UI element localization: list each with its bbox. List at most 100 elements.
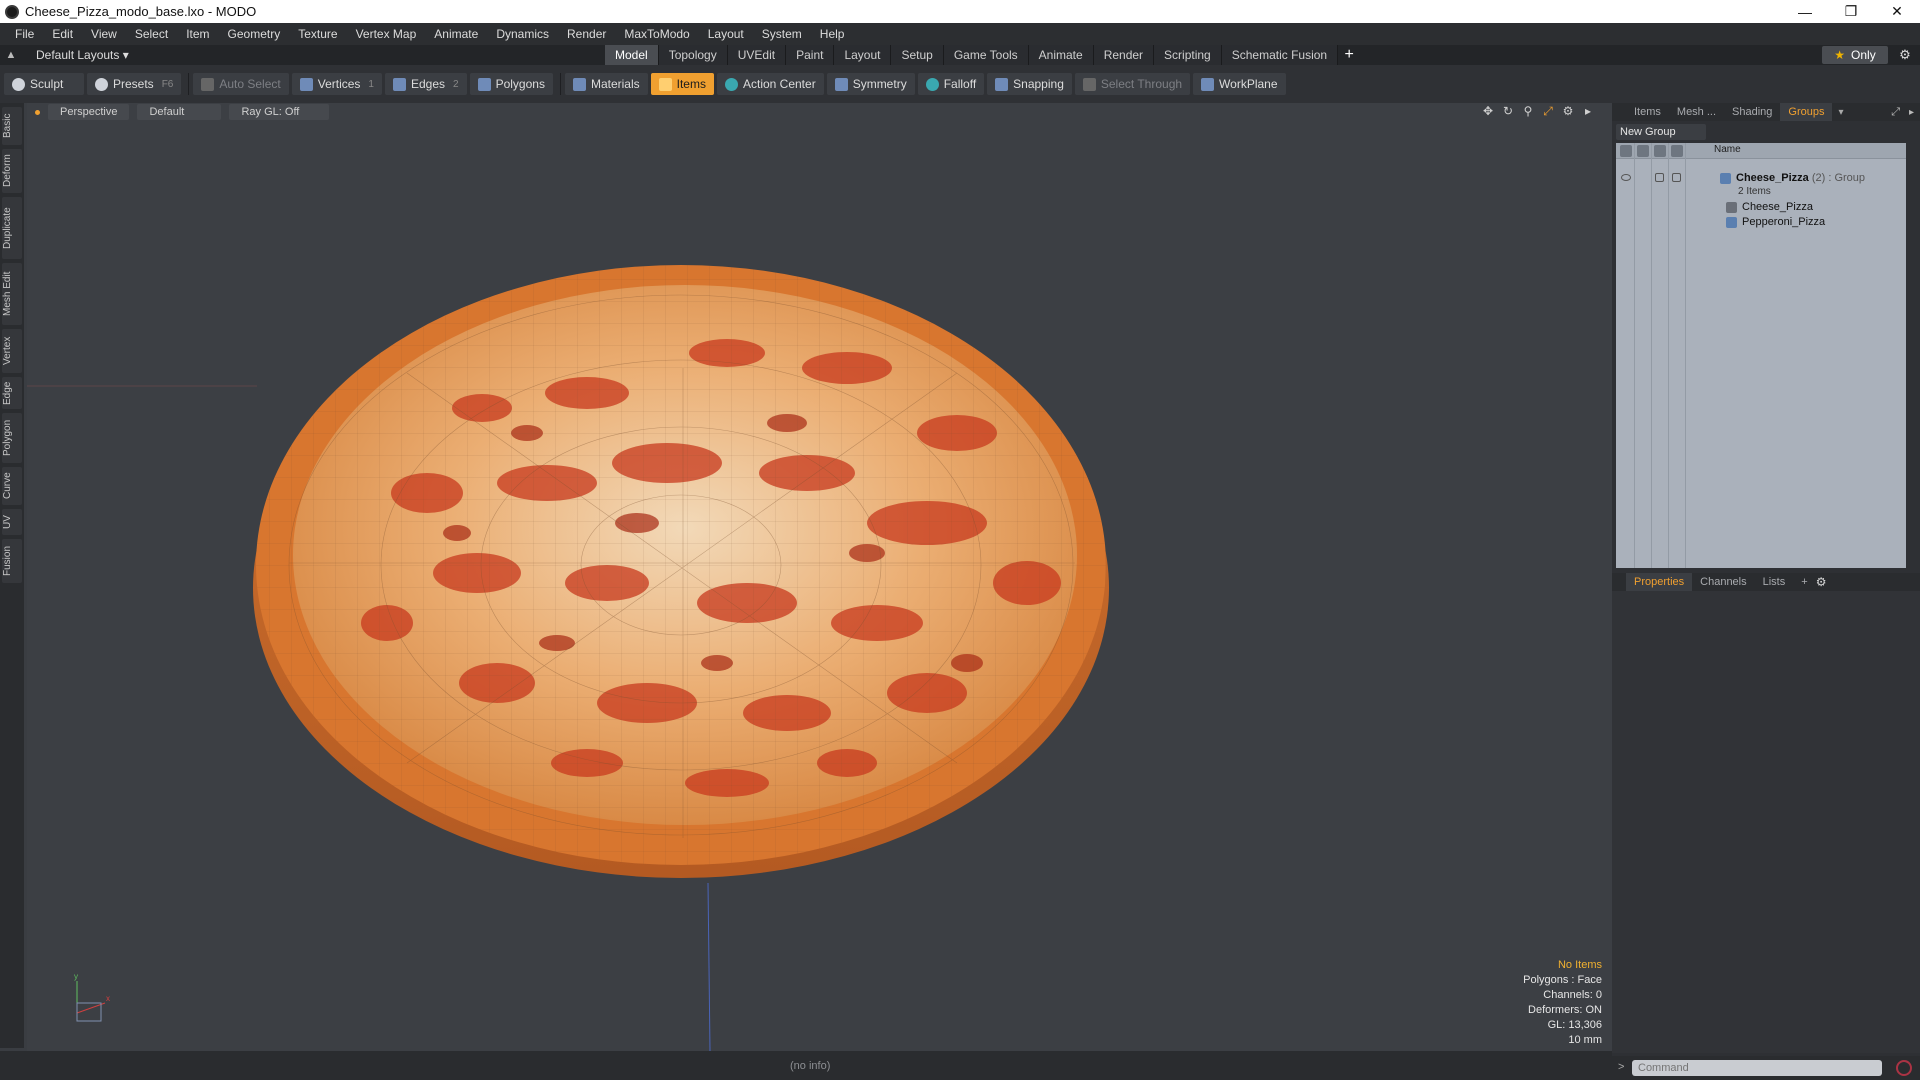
menu-file[interactable]: File (6, 27, 43, 41)
left-tab-deform[interactable]: Deform (2, 149, 22, 193)
menu-help[interactable]: Help (811, 27, 854, 41)
only-button[interactable]: ★ Only (1822, 46, 1888, 64)
group-type: : Group (1828, 172, 1866, 184)
view-mode-dropdown[interactable]: Perspective (48, 104, 130, 120)
left-tab-edge[interactable]: Edge (2, 377, 22, 409)
panel-tab-groups[interactable]: Groups (1780, 103, 1833, 121)
tab-game-tools[interactable]: Game Tools (943, 45, 1029, 65)
left-tab-uv[interactable]: UV (2, 509, 22, 535)
new-group-button[interactable]: New Group (1616, 124, 1706, 140)
panel-maximize-icon[interactable]: ⤢ (1891, 106, 1900, 119)
left-tab-duplicate[interactable]: Duplicate (2, 197, 22, 259)
panel-tab-mesh[interactable]: Mesh ... (1669, 103, 1724, 121)
group-row[interactable]: Cheese_Pizza (2) : Group (1616, 171, 1906, 186)
menu-vertex-map[interactable]: Vertex Map (347, 27, 426, 41)
menu-item[interactable]: Item (177, 27, 218, 41)
viewport-expand-icon[interactable]: ▸ (1578, 104, 1598, 119)
props-tab-lists[interactable]: Lists (1755, 573, 1794, 591)
tab-animate[interactable]: Animate (1028, 45, 1094, 65)
workplane-button[interactable]: WorkPlane (1193, 73, 1286, 95)
menu-render[interactable]: Render (558, 27, 615, 41)
menu-layout[interactable]: Layout (699, 27, 753, 41)
group-child-row[interactable]: Pepperoni_Pizza (1616, 215, 1906, 230)
lock-icon[interactable] (1655, 173, 1664, 182)
sculpt-button[interactable]: Sculpt (4, 73, 84, 95)
polygons-button[interactable]: Polygons (469, 73, 553, 95)
tab-uvedit[interactable]: UVEdit (727, 45, 787, 65)
gear-icon[interactable]: ⚙ (1896, 46, 1914, 64)
add-props-tab-icon[interactable]: + (1793, 573, 1815, 591)
menu-dynamics[interactable]: Dynamics (487, 27, 558, 41)
select-through-button[interactable]: Select Through (1074, 73, 1191, 95)
eye-icon[interactable] (1621, 174, 1631, 181)
panel-dropdown-icon[interactable]: ▾ (1838, 107, 1843, 118)
menu-edit[interactable]: Edit (43, 27, 82, 41)
snapping-button[interactable]: Snapping (987, 73, 1072, 95)
props-gear-icon[interactable]: ⚙ (1816, 575, 1827, 589)
raygl-toggle[interactable]: Ray GL: Off (229, 104, 330, 120)
symmetry-button[interactable]: Symmetry (826, 73, 915, 95)
action-center-button[interactable]: Action Center (716, 73, 824, 95)
tab-paint[interactable]: Paint (786, 45, 835, 65)
viewport-tools: ✥ ↻ ⚲ ⤢ ⚙ ▸ (1478, 104, 1598, 119)
vertices-button[interactable]: Vertices 1 (291, 73, 382, 95)
close-icon[interactable]: ✕ (1874, 0, 1920, 23)
menu-bar: File Edit View Select Item Geometry Texture Ver… (0, 23, 1920, 45)
viewport-menu-icon[interactable] (35, 109, 40, 115)
tab-render[interactable]: Render (1093, 45, 1155, 65)
menu-geometry[interactable]: Geometry (219, 27, 290, 41)
menu-select[interactable]: Select (126, 27, 177, 41)
presets-button[interactable]: Presets F6 (87, 73, 182, 95)
layouts-dropdown[interactable]: Default Layouts ▾ (22, 48, 142, 62)
materials-button[interactable]: Materials (564, 73, 648, 95)
render-column-icon[interactable] (1637, 145, 1649, 157)
left-tab-curve[interactable]: Curve (2, 467, 22, 505)
edges-button[interactable]: Edges 2 (384, 73, 467, 95)
rotate-view-icon[interactable]: ↻ (1498, 104, 1518, 119)
menu-animate[interactable]: Animate (425, 27, 487, 41)
visibility-column-icon[interactable] (1620, 145, 1632, 157)
viewport-settings-icon[interactable]: ⚙ (1558, 104, 1578, 119)
props-tab-properties[interactable]: Properties (1626, 573, 1693, 591)
lock-column-icon[interactable] (1654, 145, 1666, 157)
menu-system[interactable]: System (753, 27, 811, 41)
title-bar: Cheese_Pizza_modo_base.lxo - MODO — ❐ ✕ (0, 0, 1920, 23)
select-icon[interactable] (1672, 173, 1681, 182)
tab-schematic-fusion[interactable]: Schematic Fusion (1221, 45, 1339, 65)
toolbar-divider (559, 73, 561, 95)
tab-scripting[interactable]: Scripting (1154, 45, 1222, 65)
left-tab-vertex[interactable]: Vertex (2, 329, 22, 373)
menu-maxtomodo[interactable]: MaxToModo (615, 27, 698, 41)
panel-tab-shading[interactable]: Shading (1724, 103, 1780, 121)
tab-setup[interactable]: Setup (891, 45, 944, 65)
props-tab-channels[interactable]: Channels (1692, 573, 1754, 591)
tab-model[interactable]: Model (605, 45, 659, 65)
items-button[interactable]: Items (650, 73, 714, 95)
left-tab-fusion[interactable]: Fusion (2, 539, 22, 583)
panel-tab-items[interactable]: Items (1626, 103, 1669, 121)
auto-select-button[interactable]: Auto Select (193, 73, 289, 95)
left-tab-mesh-edit[interactable]: Mesh Edit (2, 263, 22, 325)
select-column-icon[interactable] (1671, 145, 1683, 157)
tab-topology[interactable]: Topology (658, 45, 728, 65)
restore-icon[interactable]: ❐ (1828, 0, 1874, 23)
panel-expand-icon[interactable]: ▸ (1909, 107, 1914, 118)
layout-arrow-icon[interactable]: ▲ (0, 49, 22, 61)
minimize-icon[interactable]: — (1782, 0, 1828, 23)
zoom-view-icon[interactable]: ⚲ (1518, 104, 1538, 119)
left-tab-basic[interactable]: Basic (2, 107, 22, 145)
command-history-icon[interactable] (1896, 1060, 1912, 1076)
command-input[interactable] (1632, 1060, 1882, 1076)
3d-viewport[interactable]: Perspective Default Ray GL: Off ✥ ↻ ⚲ ⤢ … (27, 103, 1612, 1051)
shading-dropdown[interactable]: Default (137, 104, 222, 120)
falloff-button[interactable]: Falloff (917, 73, 985, 95)
move-view-icon[interactable]: ✥ (1478, 104, 1498, 119)
group-child-row[interactable]: Cheese_Pizza (1616, 200, 1906, 215)
left-tab-polygon[interactable]: Polygon (2, 413, 22, 463)
maximize-view-icon[interactable]: ⤢ (1538, 104, 1558, 119)
pizza-model (253, 265, 1109, 878)
tab-layout[interactable]: Layout (834, 45, 892, 65)
menu-view[interactable]: View (82, 27, 126, 41)
add-tab-icon[interactable]: + (1338, 45, 1360, 65)
menu-texture[interactable]: Texture (289, 27, 346, 41)
